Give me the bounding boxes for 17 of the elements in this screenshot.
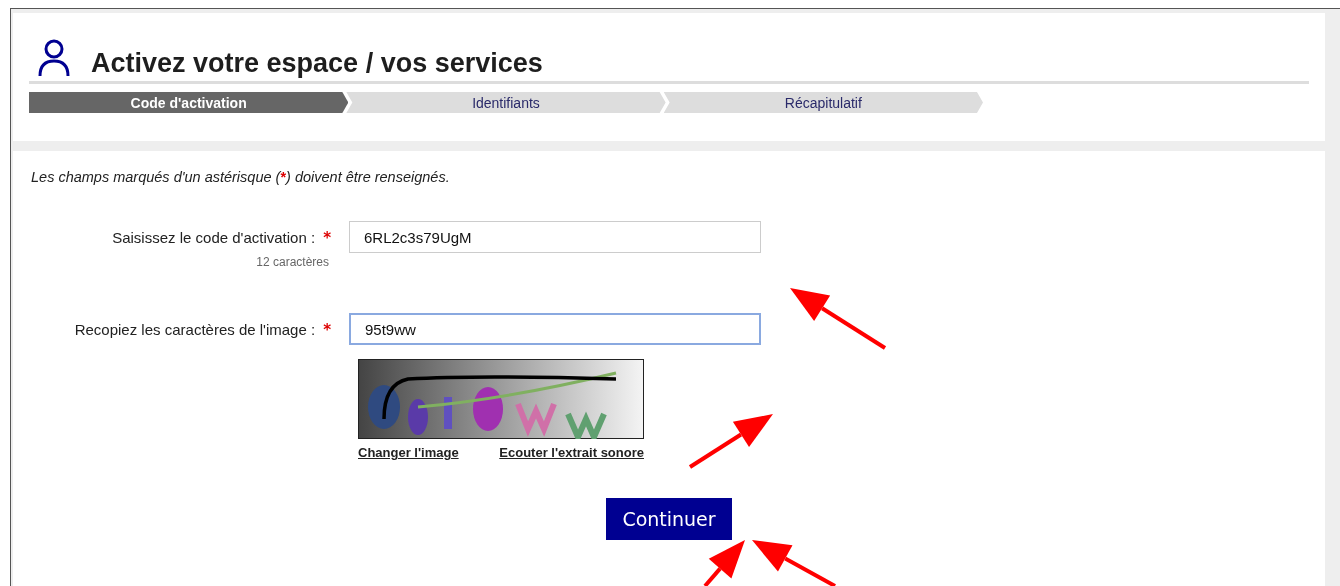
continue-button[interactable]: Continuer xyxy=(606,498,732,540)
text-input[interactable]: 95t9ww xyxy=(349,313,761,345)
page-title: Activez votre espace / vos services xyxy=(91,48,543,79)
user-icon xyxy=(37,39,71,77)
required-asterisk: * xyxy=(323,229,331,247)
step-tab[interactable]: Code d'activation xyxy=(29,92,349,113)
field-label: Recopiez les caractères de l'image : xyxy=(74,321,316,338)
annotation-arrow xyxy=(703,540,745,586)
field-hint: 12 caractères xyxy=(256,255,329,269)
required-note: Les champs marqués d'un astérisque (*) doivent être renseignés. xyxy=(31,169,451,185)
step-tab[interactable]: Identifiants xyxy=(346,92,666,113)
required-asterisk: * xyxy=(323,321,331,339)
field-label: Saisissez le code d'activation : xyxy=(112,229,316,246)
captcha-link[interactable]: Ecouter l'extrait sonore xyxy=(499,445,644,460)
captcha-link[interactable]: Changer l'image xyxy=(358,445,459,460)
step-tab[interactable]: Récapitulatif xyxy=(663,92,983,113)
text-input[interactable]: 6RL2c3s79UgM xyxy=(349,221,761,253)
